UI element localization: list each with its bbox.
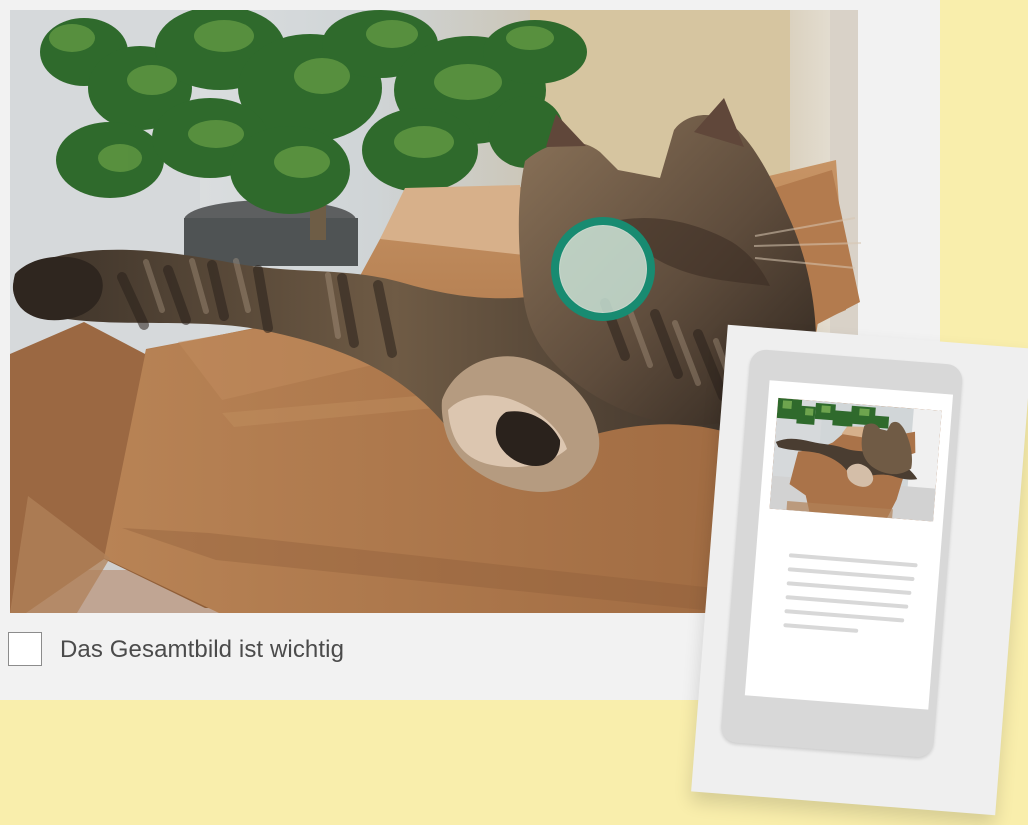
checkbox-label: Das Gesamtbild ist wichtig (60, 635, 345, 663)
phone-text-line (788, 553, 918, 568)
phone-photo-art (769, 397, 942, 522)
phone-text-line (785, 595, 909, 609)
phone-text-lines (783, 553, 918, 643)
checkbox-unchecked-icon[interactable] (8, 632, 42, 666)
phone-text-line (786, 581, 912, 595)
phone-screen (744, 380, 954, 710)
phone-text-line (787, 567, 915, 582)
focus-point-icon[interactable] (551, 217, 655, 321)
phone-text-line (784, 609, 905, 623)
phone-text-line (783, 623, 859, 633)
mobile-preview-card (691, 324, 1028, 816)
mobile-preview-icon (720, 348, 964, 759)
important-image-option[interactable]: Das Gesamtbild ist wichtig (8, 632, 344, 666)
phone-photo (769, 397, 942, 522)
